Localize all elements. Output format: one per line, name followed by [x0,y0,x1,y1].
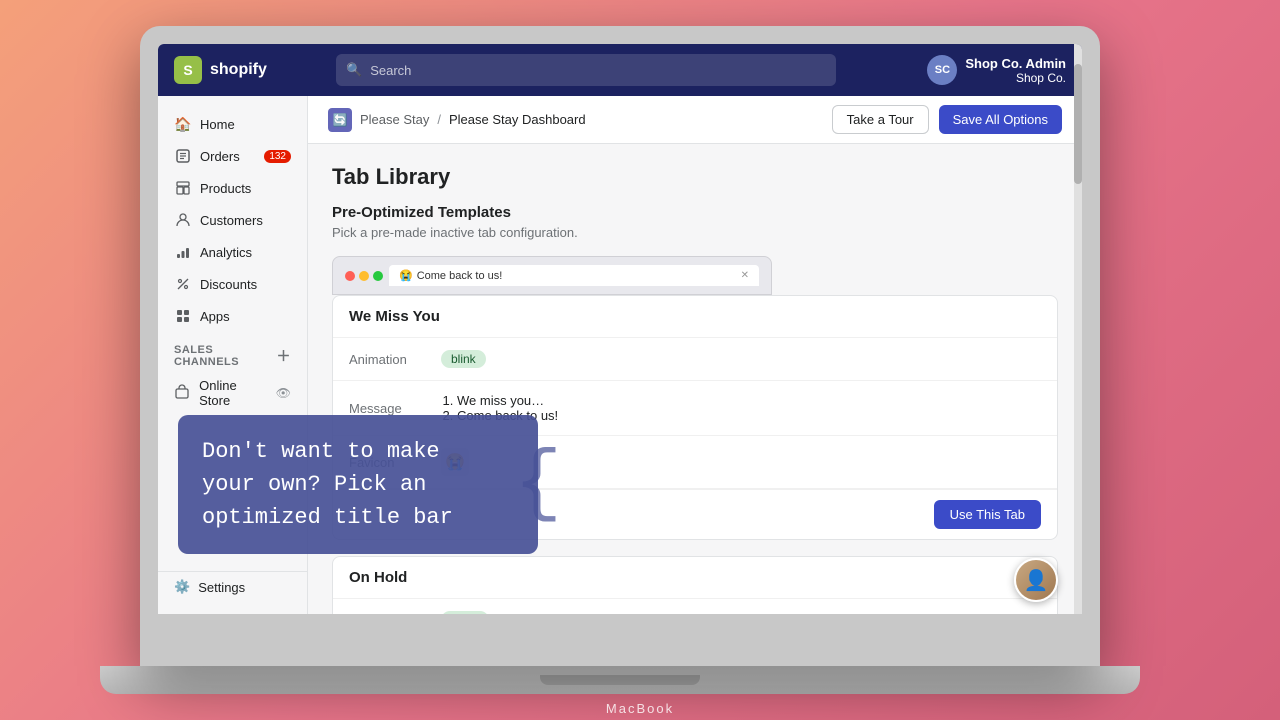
sidebar-item-customers[interactable]: Customers [158,204,307,236]
laptop-notch [540,675,700,685]
card2-animation-value: scroll [441,611,489,614]
card1-message-label: Message [349,401,429,416]
browser-preview: 😭 Come back to us! ✕ [332,256,772,295]
search-icon: 🔍 [346,62,362,78]
shopify-logo: S shopify [174,56,324,84]
user-name: Shop Co. Admin [965,56,1066,71]
sidebar-label-discounts: Discounts [200,277,257,292]
breadcrumb-page: Please Stay Dashboard [449,112,586,127]
breadcrumb: 🔄 Please Stay / Please Stay Dashboard [328,108,586,132]
tooltip-overlay: Don't want to makeyour own? Pick anoptim… [178,415,538,554]
online-store-icon [174,384,191,402]
sales-channels-title: SALES CHANNELS ＋ [158,332,307,372]
breadcrumb-app: Please Stay [360,112,429,127]
tl-green [373,271,383,281]
tooltip-brace: { [514,445,562,525]
search-placeholder: Search [370,63,411,78]
settings-icon: ⚙️ [174,579,190,595]
home-icon: 🏠 [174,115,192,133]
sidebar-label-online-store: Online Store [199,378,268,408]
sidebar-label-home: Home [200,117,235,132]
user-store: Shop Co. [965,71,1066,85]
shopify-logo-text: shopify [210,61,267,79]
laptop-outer: S shopify 🔍 Search SC Shop C [140,26,1100,666]
sidebar-item-settings[interactable]: ⚙️ Settings [158,571,307,602]
card2-animation-row: Animation scroll [333,599,1057,614]
tab-favicon: 😭 [399,269,413,282]
tl-yellow [359,271,369,281]
orders-badge: 132 [264,150,291,163]
sidebar-item-online-store[interactable]: Online Store 👁 [158,372,307,414]
breadcrumb-bar: 🔄 Please Stay / Please Stay Dashboard Ta… [308,96,1082,144]
sidebar-label-orders: Orders [200,149,240,164]
shopify-logo-icon: S [174,56,202,84]
tooltip-text: Don't want to makeyour own? Pick anoptim… [202,439,453,530]
sidebar-item-apps[interactable]: Apps [158,300,307,332]
sidebar-label-customers: Customers [200,213,263,228]
scrollbar[interactable] [1074,44,1082,614]
card1-header: We Miss You [333,296,1057,338]
breadcrumb-separator: / [437,112,441,127]
tab-close-icon[interactable]: ✕ [741,270,749,281]
browser-tab: 😭 Come back to us! ✕ [389,265,759,286]
preopt-title: Pre-Optimized Templates [332,204,1058,221]
sidebar-item-analytics[interactable]: Analytics [158,236,307,268]
card2-header: On Hold [333,557,1057,599]
chat-widget-avatar: 👤 [1016,560,1056,600]
sidebar-item-products[interactable]: Products [158,172,307,204]
apps-icon [174,307,192,325]
products-icon [174,179,192,197]
tab-library-header: Tab Library [308,144,1082,204]
sidebar-label-analytics: Analytics [200,245,252,260]
discounts-icon [174,275,192,293]
sidebar-item-discounts[interactable]: Discounts [158,268,307,300]
take-tour-button[interactable]: Take a Tour [832,105,929,134]
card1-animation-label: Animation [349,352,429,367]
use-tab-button[interactable]: Use This Tab [934,500,1041,529]
user-info: Shop Co. Admin Shop Co. [965,56,1066,85]
scrollbar-thumb [1074,64,1082,184]
card-on-hold: On Hold Animation scroll Message We're h… [332,556,1058,614]
preopt-desc: Pick a pre-made inactive tab configurati… [332,225,1058,240]
breadcrumb-actions: Take a Tour Save All Options [832,105,1062,134]
tab-title: Come back to us! [417,270,503,282]
card1-animation-value: blink [441,350,486,368]
card2-animation-label: Animation [349,613,429,615]
sidebar-label-products: Products [200,181,251,196]
laptop-base [100,666,1140,694]
search-bar[interactable]: 🔍 Search [336,54,836,86]
sidebar-label-apps: Apps [200,309,230,324]
add-sales-channel-icon[interactable]: ＋ [277,346,292,366]
sidebar-label-settings: Settings [198,580,245,595]
traffic-lights [345,271,383,281]
card1-animation-row: Animation blink [333,338,1057,381]
top-nav: S shopify 🔍 Search SC Shop C [158,44,1082,96]
user-area: SC Shop Co. Admin Shop Co. [927,55,1066,85]
laptop-screen: S shopify 🔍 Search SC Shop C [158,44,1082,614]
customers-icon [174,211,192,229]
sidebar-item-home[interactable]: 🏠 Home [158,108,307,140]
card1-message-1: We miss you… [457,393,1041,408]
sidebar-item-orders[interactable]: Orders 132 [158,140,307,172]
eye-icon[interactable]: 👁 [276,386,291,400]
app-icon: 🔄 [328,108,352,132]
card1-message-2: Come back to us! [457,408,1041,423]
user-avatar: SC [927,55,957,85]
chat-widget[interactable]: 👤 [1014,558,1058,602]
analytics-icon [174,243,192,261]
orders-icon [174,147,192,165]
macbook-label: MacBook [606,701,674,716]
tab-library-title: Tab Library [332,164,1058,190]
save-options-button[interactable]: Save All Options [939,105,1062,134]
tl-red [345,271,355,281]
